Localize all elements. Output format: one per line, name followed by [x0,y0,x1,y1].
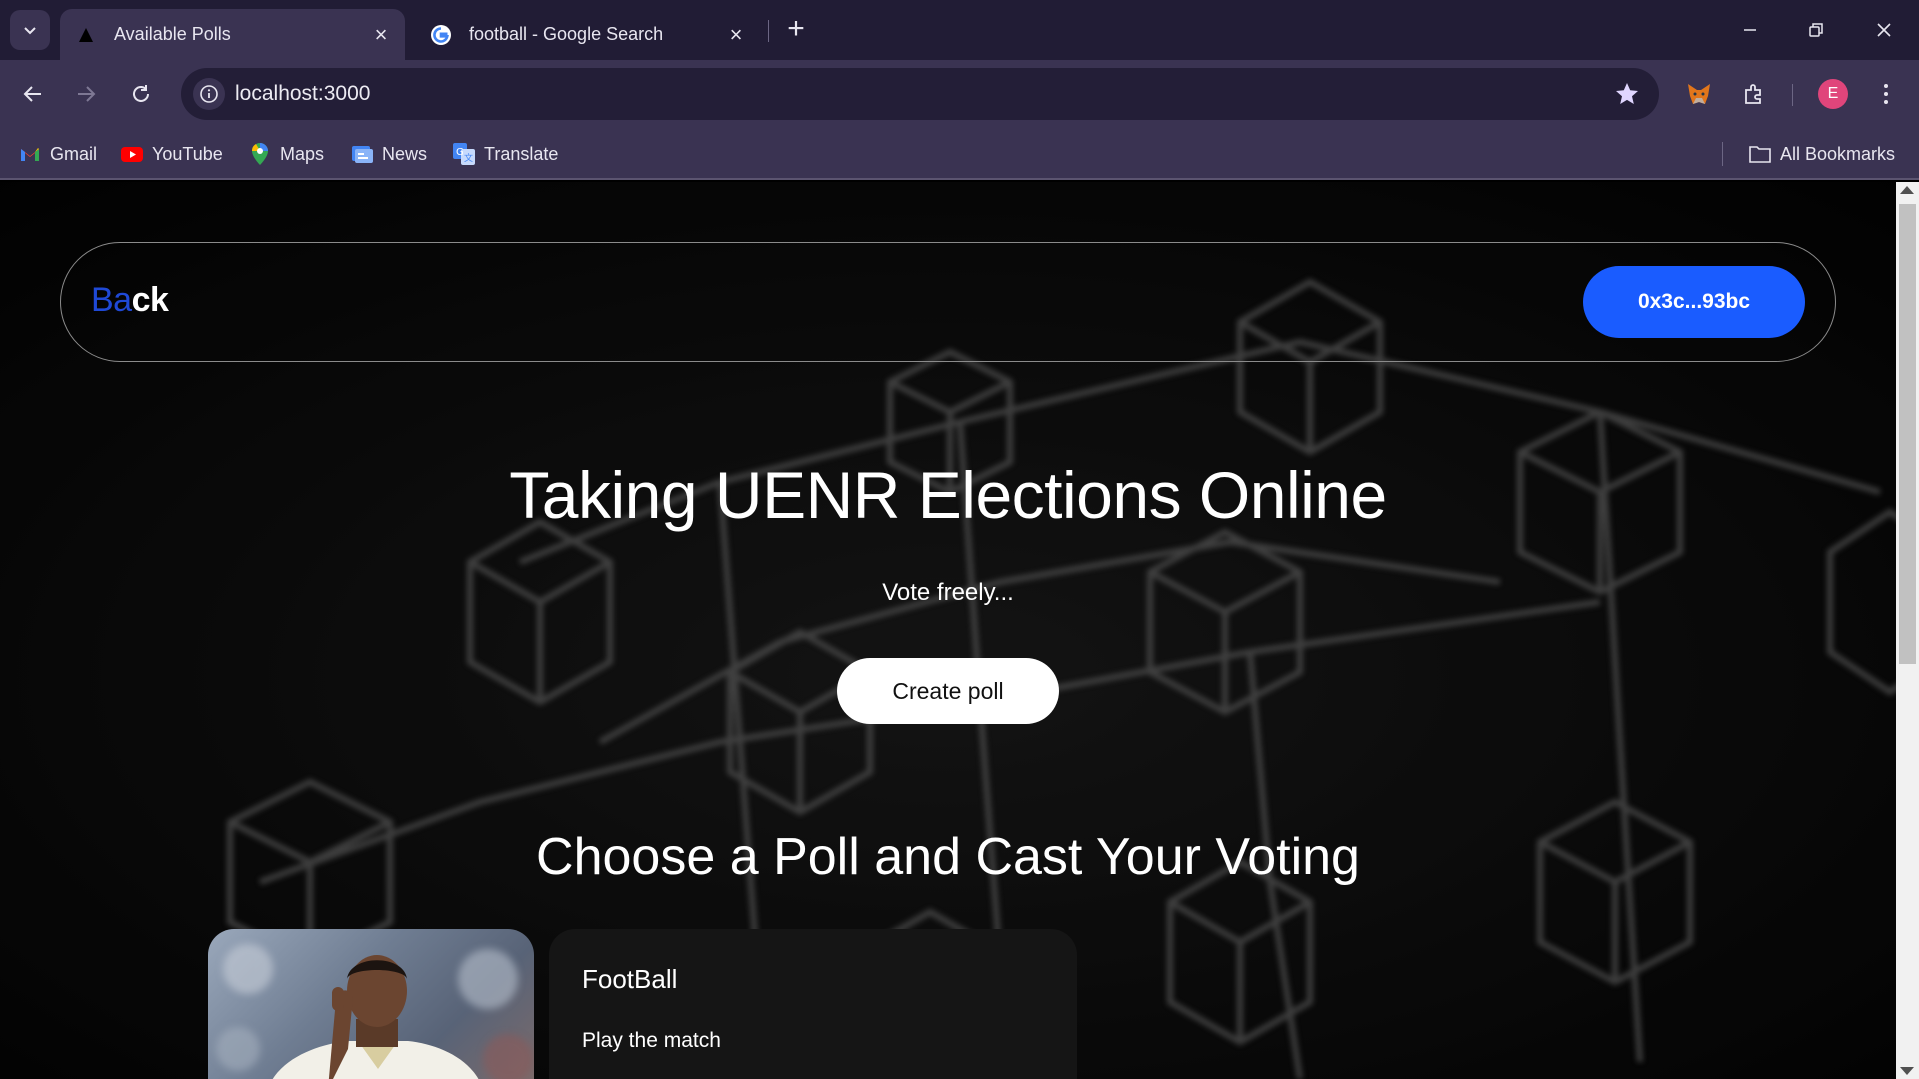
page-viewport: Back 0x3c...93bc Taking UENR Elections O… [0,182,1896,1079]
reload-icon[interactable] [123,76,159,112]
youtube-icon [120,142,144,166]
tab-separator [768,20,769,42]
app-header: Back 0x3c...93bc [60,242,1836,362]
bookmark-label: YouTube [152,143,223,164]
bookmarks-bar: Gmail YouTube Maps News G文 Translate All… [0,128,1919,180]
poll-description: Play the match [582,1029,721,1052]
poll-title: FootBall [582,964,678,994]
bookmark-label: News [382,143,428,164]
page-scrollbar[interactable] [1896,182,1919,1079]
back-link[interactable]: Back [91,281,169,320]
tab-available-polls[interactable]: Available Polls × [60,9,405,60]
close-tab-icon[interactable]: × [369,22,393,47]
extensions-puzzle-icon[interactable] [1738,78,1770,110]
bookmark-star-icon[interactable] [1613,80,1641,108]
tab-strip: Available Polls × football - Google Sear… [0,0,1919,60]
gmail-icon [18,142,42,166]
browser-menu-icon[interactable] [1874,78,1898,110]
url-text: localhost:3000 [235,82,371,105]
bookmark-label: Maps [280,143,325,164]
scroll-down-arrow-icon[interactable] [1900,1067,1914,1075]
bookmark-gmail[interactable]: Gmail [18,140,97,168]
forward-arrow-icon[interactable] [68,76,104,112]
hero-subtitle: Vote freely... [882,579,1014,606]
tab-title: football - Google Search [469,24,664,44]
restore-icon[interactable] [1796,12,1836,48]
bookmark-maps[interactable]: Maps [248,140,324,168]
bookmark-label: Gmail [50,143,98,164]
address-bar[interactable]: localhost:3000 [181,68,1659,120]
site-info-icon[interactable] [193,78,225,110]
back-label-part1: Ba [91,281,132,319]
profile-avatar[interactable]: E [1818,79,1848,109]
translate-icon: G文 [452,142,476,166]
news-icon [350,142,374,166]
minimize-icon[interactable] [1730,12,1770,48]
scroll-thumb[interactable] [1899,204,1916,664]
metamask-fox-icon[interactable] [1683,78,1715,110]
bookmark-youtube[interactable]: YouTube [120,140,223,168]
polls-section-title: Choose a Poll and Cast Your Voting [536,828,1360,886]
new-tab-button[interactable]: + [780,14,812,46]
tab-search-button[interactable] [10,10,50,50]
back-arrow-icon[interactable] [15,76,51,112]
poll-card[interactable]: FootBall Play the match [549,929,1077,1079]
tab-google-search[interactable]: football - Google Search × [415,9,760,60]
browser-toolbar: localhost:3000 E [0,60,1919,128]
bookmark-label: Translate [484,143,559,164]
tab-title: Available Polls [114,24,231,44]
poll-image [208,929,534,1079]
close-tab-icon[interactable]: × [724,22,748,47]
hero-title: Taking UENR Elections Online [509,458,1387,532]
football-player-image [216,944,533,1079]
back-label-part2: ck [131,281,169,319]
bookmark-translate[interactable]: G文 Translate [452,140,558,168]
triangle-favicon-icon [74,23,98,47]
create-poll-button[interactable]: Create poll [837,658,1059,724]
bookmark-label: All Bookmarks [1780,143,1896,164]
svg-text:G: G [456,147,464,158]
folder-icon [1748,142,1772,166]
chevron-down-icon [24,27,36,35]
scroll-up-arrow-icon[interactable] [1900,186,1914,194]
svg-text:文: 文 [464,152,473,164]
bookmarks-separator [1722,142,1723,166]
all-bookmarks-button[interactable]: All Bookmarks [1748,140,1895,168]
close-window-icon[interactable] [1864,12,1904,48]
wallet-address-button[interactable]: 0x3c...93bc [1583,266,1805,338]
toolbar-separator [1792,84,1793,106]
google-favicon-icon [429,23,453,47]
maps-icon [248,142,272,166]
bookmark-news[interactable]: News [350,140,427,168]
